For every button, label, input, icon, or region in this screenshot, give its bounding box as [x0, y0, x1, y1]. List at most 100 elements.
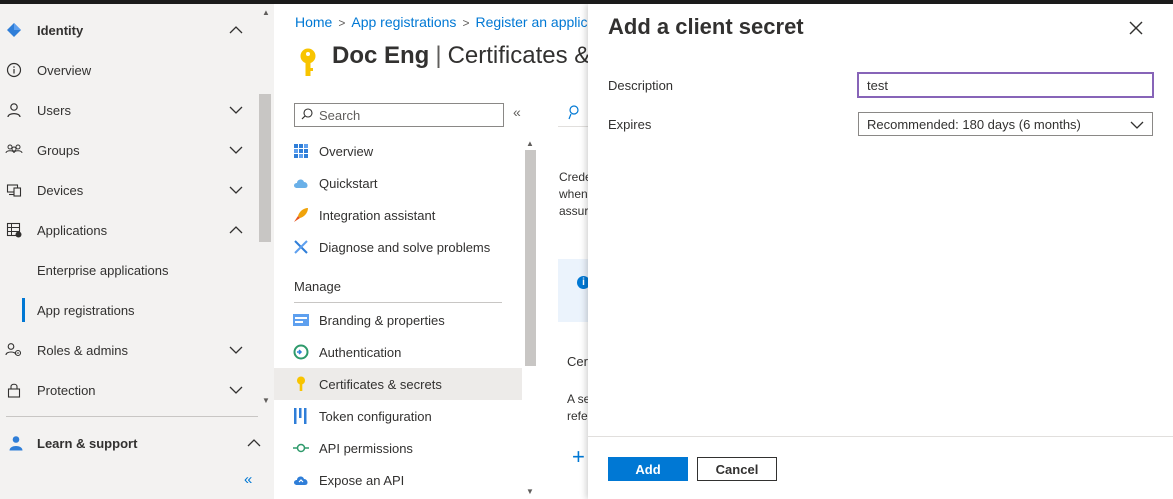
chevron-up-icon[interactable] — [244, 433, 264, 453]
chevron-down-icon[interactable] — [226, 100, 246, 120]
nav-scrollbar-thumb[interactable] — [259, 94, 271, 242]
new-secret-plus-icon[interactable]: + — [572, 444, 585, 470]
description-text: assur — [559, 204, 589, 218]
section-divider — [294, 302, 502, 303]
menu-label: API permissions — [319, 440, 413, 456]
menu-label: Integration assistant — [319, 207, 436, 223]
search-placeholder: Search — [319, 107, 361, 123]
breadcrumb-register[interactable]: Register an applic — [475, 14, 587, 30]
token-bars-icon — [292, 407, 310, 425]
nav-label: Enterprise applications — [37, 262, 169, 278]
chevron-down-icon[interactable] — [226, 140, 246, 160]
chevron-down-icon[interactable] — [226, 180, 246, 200]
menu-item-api-permissions[interactable]: API permissions — [274, 432, 522, 464]
nav-item-identity[interactable]: Identity — [0, 10, 258, 50]
nav-label: Users — [37, 102, 71, 118]
breadcrumb-app-registrations[interactable]: App registrations — [351, 14, 456, 30]
scroll-up-arrow-icon[interactable]: ▲ — [526, 139, 534, 148]
nav-label: Devices — [37, 182, 84, 198]
nav-item-devices[interactable]: Devices — [0, 170, 258, 210]
chevron-down-icon[interactable] — [226, 340, 246, 360]
menu-label: Diagnose and solve problems — [319, 239, 491, 255]
panel-title: Add a client secret — [608, 14, 804, 39]
nav-label: Groups — [37, 142, 80, 158]
info-circle-icon — [5, 61, 23, 79]
identity-diamond-icon — [5, 21, 23, 39]
rocket-icon — [292, 206, 310, 224]
nav-label: Learn & support — [37, 435, 138, 451]
api-permissions-icon — [292, 439, 310, 457]
menu-item-overview[interactable]: Overview — [274, 135, 522, 167]
description-input[interactable] — [857, 72, 1154, 98]
menu-item-integration-assistant[interactable]: Integration assistant — [274, 199, 522, 231]
breadcrumb: Home > App registrations > Register an appli… — [295, 14, 588, 30]
nav-divider — [6, 416, 258, 417]
nav-label: Protection — [37, 382, 96, 398]
menu-label: Quickstart — [319, 175, 378, 191]
scroll-down-arrow-icon[interactable]: ▼ — [262, 396, 270, 405]
toolbar-divider — [558, 126, 588, 127]
nav-item-enterprise-applications[interactable]: Enterprise applications — [0, 250, 258, 290]
expires-dropdown[interactable]: Recommended: 180 days (6 months) — [858, 112, 1153, 136]
menu-item-authentication[interactable]: Authentication — [274, 336, 522, 368]
chevron-down-icon — [1130, 117, 1144, 132]
scroll-down-arrow-icon[interactable]: ▼ — [526, 487, 534, 496]
key-icon — [292, 375, 310, 393]
menu-label: Certificates & secrets — [319, 376, 442, 392]
nav-label: Identity — [37, 22, 84, 38]
nav-label: Roles & admins — [37, 342, 129, 358]
scroll-up-arrow-icon[interactable]: ▲ — [262, 8, 270, 17]
breadcrumb-separator-icon: > — [462, 16, 470, 30]
collapse-menu-button[interactable]: « — [513, 104, 521, 120]
search-icon — [301, 107, 313, 123]
description-label: Description — [608, 78, 674, 93]
menu-item-certificates-secrets[interactable]: Certificates & secrets — [274, 368, 522, 400]
collapse-nav-button[interactable]: « — [244, 471, 252, 488]
description-text: Crede — [559, 170, 592, 184]
applications-icon — [5, 221, 23, 239]
wrench-icon — [292, 238, 310, 256]
menu-item-expose-api[interactable]: Expose an API — [274, 464, 522, 496]
nav-item-groups[interactable]: Groups — [0, 130, 258, 170]
description-text: when — [559, 187, 588, 201]
page-title-section: Certificates & — [447, 42, 588, 69]
nav-item-roles-admins[interactable]: Roles & admins — [0, 330, 258, 370]
branding-icon — [292, 311, 310, 329]
groups-icon — [5, 141, 23, 159]
cloud-api-icon — [292, 471, 310, 489]
nav-item-protection[interactable]: Protection — [0, 370, 258, 410]
add-button[interactable]: Add — [608, 457, 688, 481]
title-separator: | — [435, 42, 442, 69]
key-icon — [298, 48, 318, 83]
page-title: Doc Eng | Certificates & — [332, 42, 588, 70]
nav-item-overview[interactable]: Overview — [0, 50, 258, 90]
menu-scrollbar-thumb[interactable] — [525, 150, 536, 366]
nav-item-learn-support[interactable]: Learn & support — [0, 423, 274, 463]
expires-selected-value: Recommended: 180 days (6 months) — [867, 116, 1081, 132]
menu-item-diagnose[interactable]: Diagnose and solve problems — [274, 231, 522, 263]
person-icon — [7, 434, 25, 452]
chevron-down-icon[interactable] — [226, 380, 246, 400]
chevron-up-icon[interactable] — [226, 20, 246, 40]
nav-label: App registrations — [37, 302, 135, 318]
chevron-up-icon[interactable] — [226, 220, 246, 240]
close-icon[interactable] — [1127, 19, 1145, 37]
menu-label: Branding & properties — [319, 312, 445, 328]
menu-search-input[interactable]: Search — [294, 103, 504, 127]
nav-item-users[interactable]: Users — [0, 90, 258, 130]
info-banner — [558, 259, 588, 322]
nav-item-applications[interactable]: Applications — [0, 210, 258, 250]
authentication-icon — [292, 343, 310, 361]
nav-item-app-registrations[interactable]: App registrations — [0, 290, 258, 330]
menu-item-branding[interactable]: Branding & properties — [274, 304, 522, 336]
menu-item-quickstart[interactable]: Quickstart — [274, 167, 522, 199]
user-icon — [5, 101, 23, 119]
cloud-icon — [292, 174, 310, 192]
section-heading: Cer — [567, 354, 588, 369]
breadcrumb-home[interactable]: Home — [295, 14, 332, 30]
nav-label: Applications — [37, 222, 108, 238]
feedback-icon[interactable] — [566, 104, 582, 125]
section-manage: Manage — [294, 279, 341, 294]
cancel-button[interactable]: Cancel — [697, 457, 777, 481]
menu-item-token-configuration[interactable]: Token configuration — [274, 400, 522, 432]
